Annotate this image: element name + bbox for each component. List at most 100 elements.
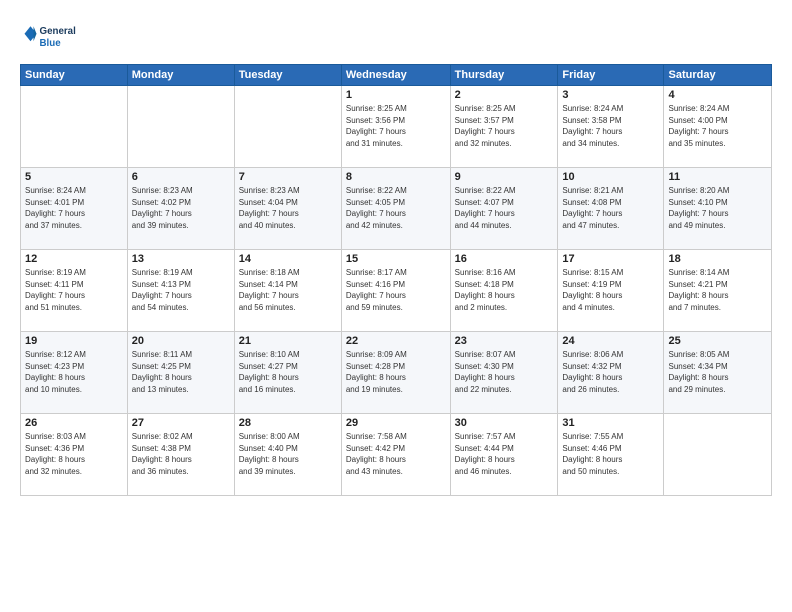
calendar-cell: 21 Sunrise: 8:10 AM Sunset: 4:27 PM Dayli…	[234, 332, 341, 414]
day-info: Sunrise: 8:22 AM Sunset: 4:05 PM Dayligh…	[346, 185, 446, 231]
calendar-cell: 15 Sunrise: 8:17 AM Sunset: 4:16 PM Dayli…	[341, 250, 450, 332]
day-number: 26	[25, 417, 123, 429]
calendar-cell: 27 Sunrise: 8:02 AM Sunset: 4:38 PM Dayli…	[127, 414, 234, 496]
day-number: 28	[239, 417, 337, 429]
day-info: Sunrise: 8:07 AM Sunset: 4:30 PM Dayligh…	[455, 349, 554, 395]
day-info: Sunrise: 8:06 AM Sunset: 4:32 PM Dayligh…	[562, 349, 659, 395]
calendar-weekday-header: Monday	[127, 65, 234, 86]
day-number: 21	[239, 335, 337, 347]
calendar-cell: 13 Sunrise: 8:19 AM Sunset: 4:13 PM Dayli…	[127, 250, 234, 332]
day-number: 3	[562, 89, 659, 101]
calendar-cell: 29Sunrise: 7:58 AM Sunset: 4:42 PM Dayli…	[341, 414, 450, 496]
day-info: Sunrise: 8:03 AM Sunset: 4:36 PM Dayligh…	[25, 431, 123, 477]
calendar-cell: 10Sunrise: 8:21 AM Sunset: 4:08 PM Dayli…	[558, 168, 664, 250]
calendar-cell	[664, 414, 772, 496]
calendar-cell: 8 Sunrise: 8:22 AM Sunset: 4:05 PM Daylig…	[341, 168, 450, 250]
day-number: 14	[239, 253, 337, 265]
calendar-cell: 1 Sunrise: 8:25 AM Sunset: 3:56 PM Daylig…	[341, 86, 450, 168]
day-info: Sunrise: 8:02 AM Sunset: 4:38 PM Dayligh…	[132, 431, 230, 477]
calendar-cell: 16 Sunrise: 8:16 AM Sunset: 4:18 PM Dayli…	[450, 250, 558, 332]
day-info: Sunrise: 8:20 AM Sunset: 4:10 PM Dayligh…	[668, 185, 767, 231]
logo-svg: General Blue	[20, 16, 80, 56]
day-info: Sunrise: 8:24 AM Sunset: 4:00 PM Dayligh…	[668, 103, 767, 149]
day-info: Sunrise: 8:00 AM Sunset: 4:40 PM Dayligh…	[239, 431, 337, 477]
day-number: 6	[132, 171, 230, 183]
calendar-cell: 7 Sunrise: 8:23 AM Sunset: 4:04 PM Daylig…	[234, 168, 341, 250]
day-number: 27	[132, 417, 230, 429]
calendar-cell: 3 Sunrise: 8:24 AM Sunset: 3:58 PM Daylig…	[558, 86, 664, 168]
day-number: 22	[346, 335, 446, 347]
day-info: Sunrise: 8:12 AM Sunset: 4:23 PM Dayligh…	[25, 349, 123, 395]
day-number: 25	[668, 335, 767, 347]
day-number: 13	[132, 253, 230, 265]
page: General Blue SundayMondayTuesdayWednesda…	[0, 0, 792, 612]
day-number: 7	[239, 171, 337, 183]
calendar-cell: 5Sunrise: 8:24 AM Sunset: 4:01 PM Daylig…	[21, 168, 128, 250]
calendar-week-row: 19 Sunrise: 8:12 AM Sunset: 4:23 PM Dayli…	[21, 332, 772, 414]
calendar-cell: 24 Sunrise: 8:06 AM Sunset: 4:32 PM Dayli…	[558, 332, 664, 414]
day-info: Sunrise: 8:24 AM Sunset: 3:58 PM Dayligh…	[562, 103, 659, 149]
calendar-cell: 17Sunrise: 8:15 AM Sunset: 4:19 PM Dayli…	[558, 250, 664, 332]
day-info: Sunrise: 8:17 AM Sunset: 4:16 PM Dayligh…	[346, 267, 446, 313]
day-number: 31	[562, 417, 659, 429]
calendar-weekday-header: Sunday	[21, 65, 128, 86]
calendar-weekday-header: Wednesday	[341, 65, 450, 86]
calendar-cell: 9Sunrise: 8:22 AM Sunset: 4:07 PM Daylig…	[450, 168, 558, 250]
logo: General Blue	[20, 16, 80, 56]
day-info: Sunrise: 8:16 AM Sunset: 4:18 PM Dayligh…	[455, 267, 554, 313]
day-number: 24	[562, 335, 659, 347]
day-number: 19	[25, 335, 123, 347]
day-info: Sunrise: 8:23 AM Sunset: 4:02 PM Dayligh…	[132, 185, 230, 231]
day-info: Sunrise: 8:25 AM Sunset: 3:57 PM Dayligh…	[455, 103, 554, 149]
day-info: Sunrise: 8:05 AM Sunset: 4:34 PM Dayligh…	[668, 349, 767, 395]
calendar-cell	[127, 86, 234, 168]
calendar-cell: 18 Sunrise: 8:14 AM Sunset: 4:21 PM Dayli…	[664, 250, 772, 332]
day-number: 29	[346, 417, 446, 429]
calendar-header-row: SundayMondayTuesdayWednesdayThursdayFrid…	[21, 65, 772, 86]
day-number: 18	[668, 253, 767, 265]
day-info: Sunrise: 8:24 AM Sunset: 4:01 PM Dayligh…	[25, 185, 123, 231]
day-info: Sunrise: 7:57 AM Sunset: 4:44 PM Dayligh…	[455, 431, 554, 477]
day-number: 10	[562, 171, 659, 183]
calendar-cell: 20Sunrise: 8:11 AM Sunset: 4:25 PM Dayli…	[127, 332, 234, 414]
day-info: Sunrise: 8:11 AM Sunset: 4:25 PM Dayligh…	[132, 349, 230, 395]
day-number: 16	[455, 253, 554, 265]
calendar-cell: 6 Sunrise: 8:23 AM Sunset: 4:02 PM Daylig…	[127, 168, 234, 250]
day-info: Sunrise: 8:22 AM Sunset: 4:07 PM Dayligh…	[455, 185, 554, 231]
calendar-cell: 11 Sunrise: 8:20 AM Sunset: 4:10 PM Dayli…	[664, 168, 772, 250]
calendar-weekday-header: Thursday	[450, 65, 558, 86]
calendar-week-row: 26 Sunrise: 8:03 AM Sunset: 4:36 PM Dayli…	[21, 414, 772, 496]
calendar-cell: 12Sunrise: 8:19 AM Sunset: 4:11 PM Dayli…	[21, 250, 128, 332]
day-number: 1	[346, 89, 446, 101]
day-number: 23	[455, 335, 554, 347]
calendar-cell	[21, 86, 128, 168]
day-info: Sunrise: 8:14 AM Sunset: 4:21 PM Dayligh…	[668, 267, 767, 313]
day-info: Sunrise: 7:55 AM Sunset: 4:46 PM Dayligh…	[562, 431, 659, 477]
calendar-cell: 2 Sunrise: 8:25 AM Sunset: 3:57 PM Daylig…	[450, 86, 558, 168]
day-info: Sunrise: 8:09 AM Sunset: 4:28 PM Dayligh…	[346, 349, 446, 395]
calendar-cell: 22 Sunrise: 8:09 AM Sunset: 4:28 PM Dayli…	[341, 332, 450, 414]
calendar-cell: 14 Sunrise: 8:18 AM Sunset: 4:14 PM Dayli…	[234, 250, 341, 332]
day-info: Sunrise: 8:18 AM Sunset: 4:14 PM Dayligh…	[239, 267, 337, 313]
calendar-week-row: 12Sunrise: 8:19 AM Sunset: 4:11 PM Dayli…	[21, 250, 772, 332]
day-info: Sunrise: 8:10 AM Sunset: 4:27 PM Dayligh…	[239, 349, 337, 395]
day-number: 11	[668, 171, 767, 183]
calendar-cell: 25 Sunrise: 8:05 AM Sunset: 4:34 PM Dayli…	[664, 332, 772, 414]
day-info: Sunrise: 8:25 AM Sunset: 3:56 PM Dayligh…	[346, 103, 446, 149]
day-number: 2	[455, 89, 554, 101]
svg-text:General: General	[40, 26, 77, 37]
header: General Blue	[20, 16, 772, 56]
day-info: Sunrise: 8:19 AM Sunset: 4:13 PM Dayligh…	[132, 267, 230, 313]
day-info: Sunrise: 8:19 AM Sunset: 4:11 PM Dayligh…	[25, 267, 123, 313]
calendar-cell: 26 Sunrise: 8:03 AM Sunset: 4:36 PM Dayli…	[21, 414, 128, 496]
day-info: Sunrise: 8:23 AM Sunset: 4:04 PM Dayligh…	[239, 185, 337, 231]
day-number: 15	[346, 253, 446, 265]
calendar-weekday-header: Tuesday	[234, 65, 341, 86]
calendar-table: SundayMondayTuesdayWednesdayThursdayFrid…	[20, 64, 772, 496]
calendar-cell: 30 Sunrise: 7:57 AM Sunset: 4:44 PM Dayli…	[450, 414, 558, 496]
calendar-weekday-header: Friday	[558, 65, 664, 86]
day-number: 4	[668, 89, 767, 101]
day-number: 8	[346, 171, 446, 183]
calendar-cell	[234, 86, 341, 168]
day-number: 30	[455, 417, 554, 429]
